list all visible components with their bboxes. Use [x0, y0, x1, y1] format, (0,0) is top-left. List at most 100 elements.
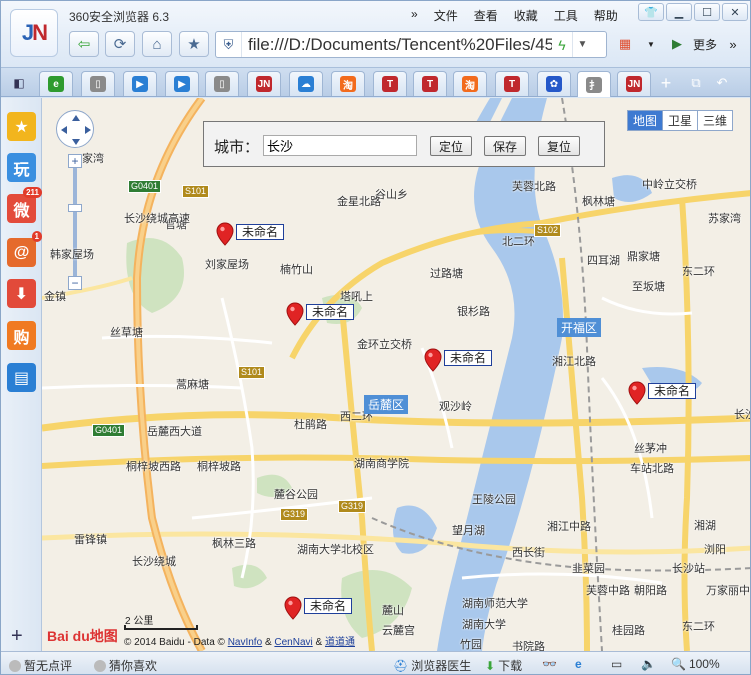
- speaker-icon: 🔈: [641, 657, 656, 671]
- tab-2[interactable]: ▶: [123, 71, 157, 96]
- minimize-button[interactable]: ▁: [666, 3, 692, 21]
- sidebar-item-mail[interactable]: @1: [7, 231, 42, 267]
- city-input[interactable]: [263, 135, 417, 156]
- security-shield-icon[interactable]: ⛨: [216, 32, 242, 57]
- skin-button[interactable]: 👕: [638, 3, 664, 21]
- place-label: 东二环: [682, 621, 715, 633]
- place-label: 西长街: [512, 547, 545, 559]
- marker-label[interactable]: 未命名: [304, 598, 353, 614]
- guess-item[interactable]: 猜你喜欢: [94, 657, 157, 674]
- close-button[interactable]: ✕: [722, 3, 748, 21]
- tab-strip: ◧ e ▯ ▶ ▶ ▯ JN ☁ 淘 T T 淘 T ✿ 扌 JN + ⧉ ↶: [1, 67, 750, 97]
- tab-12[interactable]: ✿: [537, 71, 571, 96]
- copyright-sep-1: &: [264, 637, 272, 648]
- reset-button[interactable]: 复位: [538, 136, 581, 156]
- address-dropdown-icon[interactable]: ▼: [572, 32, 592, 57]
- back-button[interactable]: ⇦: [69, 31, 99, 57]
- sidebar: ★ 玩微 211 @1 ⬇ 购 ▤ +: [1, 98, 42, 651]
- place-label: 麓山: [382, 605, 404, 617]
- menu-tools[interactable]: 工具: [546, 5, 586, 26]
- zoom-in-button[interactable]: +: [68, 154, 82, 168]
- dropdown-icon[interactable]: ▼: [641, 34, 661, 54]
- marker-label[interactable]: 未命名: [444, 350, 493, 366]
- cennavi-link[interactable]: CenNavi: [274, 637, 312, 648]
- sidebar-item-weibo[interactable]: 微 211: [7, 187, 42, 223]
- refresh-button[interactable]: ⟳: [105, 31, 135, 57]
- sidebar-item-download[interactable]: ⬇: [7, 279, 36, 308]
- save-button[interactable]: 保存: [484, 136, 527, 156]
- sidebar-item-book[interactable]: ▤: [7, 363, 36, 392]
- tab-3[interactable]: ▶: [165, 71, 199, 96]
- district-label: 开福区: [557, 318, 602, 337]
- place-label: 苏家湾: [708, 213, 741, 225]
- maximize-button[interactable]: ☐: [694, 3, 720, 21]
- map-type-satellite[interactable]: 卫星: [662, 111, 698, 130]
- tab-4[interactable]: ▯: [205, 71, 239, 96]
- zoom-out-button[interactable]: −: [68, 276, 82, 290]
- zoom-track[interactable]: [73, 168, 77, 280]
- sidebar-add-button[interactable]: +: [11, 625, 23, 648]
- doctor-item[interactable]: ⛑ 浏览器医生: [393, 657, 471, 674]
- place-label: 杜鹃路: [294, 419, 327, 431]
- tab-9[interactable]: T: [413, 71, 447, 96]
- jn-icon: JN: [626, 76, 642, 92]
- zoom-slider-handle[interactable]: [68, 204, 82, 212]
- sidebar-item-shopping[interactable]: 购: [7, 321, 36, 350]
- favorite-button[interactable]: ★: [179, 31, 209, 57]
- place-label: 枫林三路: [212, 538, 256, 550]
- tab-6[interactable]: ☁: [289, 71, 323, 96]
- pan-control[interactable]: [56, 110, 94, 148]
- tab-7[interactable]: 淘: [331, 71, 365, 96]
- city-label: 城市：: [214, 139, 260, 156]
- address-input[interactable]: [242, 32, 552, 57]
- map-type-3d[interactable]: 三维: [697, 111, 733, 130]
- more-chevron-icon[interactable]: »: [723, 34, 743, 54]
- go-lightning-icon[interactable]: ϟ: [552, 37, 572, 53]
- daodaotong-link[interactable]: 道道通: [325, 637, 355, 648]
- menu-more[interactable]: »: [403, 5, 426, 26]
- zoom-level[interactable]: 🔍 100%: [671, 657, 720, 671]
- map-canvas[interactable]: + − 地图 卫星 三维 家湾 谷山乡 官塘 刘家屋场 楠竹山 韩家屋场 金镇 塔吼上 过路塘丝…: [42, 98, 750, 651]
- home-button[interactable]: ⌂: [142, 31, 172, 57]
- menu-bar: » 文件 查看 收藏 工具 帮助: [403, 5, 626, 26]
- volume-button[interactable]: 🔈: [641, 657, 656, 671]
- tab-14[interactable]: JN: [617, 71, 651, 96]
- menu-help[interactable]: 帮助: [586, 5, 626, 26]
- baidu-map-logo[interactable]: Bai du地图: [47, 626, 118, 646]
- tab-1[interactable]: ▯: [81, 71, 115, 96]
- place-label: 湘江中路: [547, 521, 591, 533]
- tab-13[interactable]: 扌: [577, 71, 611, 97]
- glasses-button[interactable]: 👓: [542, 657, 557, 671]
- more-label[interactable]: 更多: [693, 36, 717, 53]
- road-number-badge: G319: [280, 508, 309, 521]
- sidebar-item-play-game[interactable]: 玩: [7, 153, 36, 182]
- tab-5[interactable]: JN: [247, 71, 281, 96]
- marker-label[interactable]: 未命名: [306, 304, 355, 320]
- tab-8[interactable]: T: [373, 71, 407, 96]
- menu-favorites[interactable]: 收藏: [506, 5, 546, 26]
- windows-icon: ⧉: [691, 75, 701, 90]
- media-icon[interactable]: ▶: [667, 34, 687, 54]
- new-tab-button[interactable]: +: [655, 72, 677, 94]
- rating-item[interactable]: 暂无点评: [9, 657, 72, 674]
- apps-icon[interactable]: ▦: [615, 34, 635, 54]
- download-arrow-icon: ⬇: [485, 658, 496, 673]
- map-type-map[interactable]: 地图: [628, 111, 663, 130]
- menu-view[interactable]: 查看: [466, 5, 506, 26]
- sidebar-item-star[interactable]: ★: [7, 112, 36, 141]
- download-item[interactable]: ⬇ 下载: [485, 657, 522, 674]
- menu-file[interactable]: 文件: [426, 5, 466, 26]
- navinfo-link[interactable]: NavInfo: [228, 637, 262, 648]
- app-logo[interactable]: JN: [10, 9, 58, 57]
- locate-button[interactable]: 定位: [430, 136, 473, 156]
- tab-restore-button[interactable]: ⧉: [685, 73, 707, 93]
- tab-11[interactable]: T: [495, 71, 529, 96]
- tab-0[interactable]: e: [39, 71, 73, 96]
- marker-label[interactable]: 未命名: [648, 383, 697, 399]
- fullscreen-button[interactable]: ▭: [611, 657, 622, 671]
- marker-label[interactable]: 未命名: [236, 224, 285, 240]
- ie-button[interactable]: e: [575, 657, 582, 671]
- tab-10[interactable]: 淘: [453, 71, 487, 96]
- tab-history-button[interactable]: ◧: [5, 72, 33, 94]
- undo-close-button[interactable]: ↶: [711, 73, 733, 93]
